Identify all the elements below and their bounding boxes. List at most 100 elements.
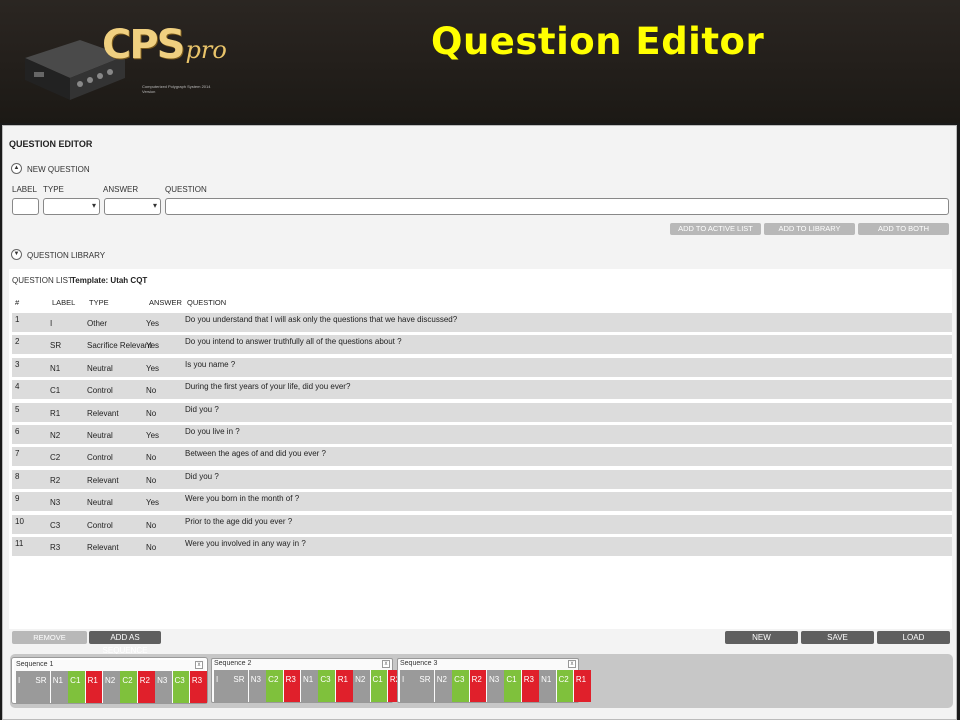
- add-to-active-list-button[interactable]: ADD TO ACTIVE LIST: [670, 223, 761, 235]
- col-question: QUESTION: [187, 298, 227, 307]
- close-icon[interactable]: x: [195, 661, 203, 669]
- load-button[interactable]: LOAD: [877, 631, 950, 644]
- row-label: SR: [50, 341, 62, 351]
- row-label: C2: [50, 453, 61, 463]
- sequence-tile[interactable]: R1: [85, 671, 103, 703]
- table-row[interactable]: 6 N2 Neutral Yes Do you live in ?: [12, 424, 952, 444]
- sequence-tile[interactable]: C3: [318, 670, 336, 702]
- table-row[interactable]: 1 I Other Yes Do you understand that I will …: [12, 313, 952, 332]
- row-number: 10: [15, 516, 24, 526]
- header-banner: CPSpro Computerized Polygraph System 201…: [0, 0, 960, 123]
- logo-tagline: Computerized Polygraph System 2014 Versi…: [142, 84, 211, 94]
- table-row[interactable]: 3 N1 Neutral Yes Is you name ?: [12, 357, 952, 377]
- row-type: Neutral: [87, 498, 113, 508]
- sequence-tile[interactable]: R3: [189, 671, 207, 703]
- row-label: R2: [50, 475, 61, 485]
- sequence-tile[interactable]: C1: [370, 670, 388, 702]
- sequence-tiles: I SR N1 C1 R1 N2 C2 R2 N3 C3 R3: [16, 671, 207, 703]
- row-answer: No: [146, 520, 157, 530]
- table-row[interactable]: 5 R1 Relevant No Did you ?: [12, 402, 952, 422]
- answer-select[interactable]: [104, 198, 161, 215]
- label-column-label: LABEL: [12, 185, 37, 194]
- row-number: 8: [15, 471, 20, 481]
- sequence-tile[interactable]: C1: [68, 671, 85, 703]
- row-type: Neutral: [87, 430, 113, 440]
- row-type: Sacrifice Relevant: [87, 341, 152, 351]
- row-type: Relevant: [87, 408, 119, 418]
- type-column-label: TYPE: [43, 185, 64, 194]
- row-question: Is you name ?: [185, 359, 236, 369]
- save-button[interactable]: SAVE: [801, 631, 874, 644]
- sequence-tile[interactable]: R2: [137, 671, 155, 703]
- sequence-tile[interactable]: SR: [417, 670, 435, 702]
- table-row[interactable]: 8 R2 Relevant No Did you ?: [12, 469, 952, 489]
- row-number: 11: [15, 538, 24, 548]
- sequence-tile[interactable]: N1: [50, 671, 68, 703]
- sequence-tile[interactable]: I: [400, 670, 417, 702]
- sequence-tile[interactable]: R2: [469, 670, 487, 702]
- row-type: Relevant: [87, 542, 119, 552]
- expand-question-library-icon[interactable]: ▼: [11, 249, 22, 260]
- sequence-tile[interactable]: C2: [266, 670, 283, 702]
- row-number: 6: [15, 426, 20, 436]
- label-input[interactable]: [12, 198, 39, 215]
- add-to-both-button[interactable]: ADD TO BOTH: [858, 223, 949, 235]
- row-label: R3: [50, 542, 61, 552]
- close-icon[interactable]: x: [568, 660, 576, 668]
- row-number: 5: [15, 404, 20, 414]
- table-row[interactable]: 7 C2 Control No Between the ages of and did …: [12, 447, 952, 467]
- row-type: Relevant: [87, 475, 119, 485]
- row-type: Neutral: [87, 363, 113, 373]
- row-answer: No: [146, 453, 157, 463]
- table-row[interactable]: 9 N3 Neutral Yes Were you born in the month …: [12, 492, 952, 512]
- row-label: N2: [50, 430, 61, 440]
- sequence-tile[interactable]: R1: [335, 670, 353, 702]
- row-question: Were you involved in any way in ?: [185, 538, 306, 548]
- type-select[interactable]: [43, 198, 100, 215]
- sequence-tile[interactable]: C2: [120, 671, 138, 703]
- sequence-tile[interactable]: N2: [353, 670, 370, 702]
- sequence-tile[interactable]: I: [16, 671, 33, 703]
- close-icon[interactable]: x: [382, 660, 390, 668]
- sequence-tile[interactable]: R3: [283, 670, 301, 702]
- sequence-tile[interactable]: N2: [434, 670, 452, 702]
- add-as-sequence-button[interactable]: ADD AS SEQUENCE: [89, 631, 161, 655]
- sequence-panel-3[interactable]: Sequence 3 x I SR N2 C3 R2 N3 C1 R3 N1 C…: [397, 658, 591, 703]
- question-library-title: QUESTION LIBRARY: [27, 251, 106, 260]
- table-row[interactable]: 10 C3 Control No Prior to the age did you ev…: [12, 514, 952, 534]
- row-answer: No: [146, 542, 157, 552]
- sequence-tile[interactable]: SR: [231, 670, 249, 702]
- cps-pro-logo: CPSpro: [102, 22, 227, 68]
- table-row[interactable]: 4 C1 Control No During the first years of yo…: [12, 380, 952, 400]
- row-question: Prior to the age did you ever ?: [185, 516, 293, 526]
- question-table: # LABEL TYPE ANSWER QUESTION 1 I Other Yes D…: [12, 295, 952, 559]
- remove-button[interactable]: REMOVE: [12, 631, 87, 644]
- sequence-tile[interactable]: C3: [452, 670, 469, 702]
- sequence-bar: Sequence 1 x I SR N1 C1 R1 N2 C2 R2 N3 C…: [10, 654, 953, 708]
- table-row[interactable]: 2 SR Sacrifice Relevant Yes Do you intend to…: [12, 335, 952, 355]
- sequence-tile[interactable]: N3: [486, 670, 504, 702]
- sequence-tile[interactable]: N2: [102, 671, 120, 703]
- sequence-tile[interactable]: N3: [248, 670, 266, 702]
- row-number: 9: [15, 494, 20, 504]
- sequence-tile[interactable]: C1: [504, 670, 522, 702]
- sequence-tile[interactable]: R1: [573, 670, 591, 702]
- sequence-panel-1[interactable]: Sequence 1 x I SR N1 C1 R1 N2 C2 R2 N3 C…: [12, 658, 207, 703]
- question-input[interactable]: [165, 198, 949, 215]
- sequence-tile[interactable]: N1: [300, 670, 318, 702]
- add-to-library-button[interactable]: ADD TO LIBRARY: [764, 223, 855, 235]
- sequence-panel-2[interactable]: Sequence 2 x I SR N3 C2 R3 N1 C3 R1 N2 C…: [211, 658, 405, 703]
- sequence-tile[interactable]: N3: [155, 671, 172, 703]
- sequence-name: Sequence 2: [214, 660, 252, 667]
- sequence-tile[interactable]: C2: [556, 670, 574, 702]
- collapse-new-question-icon[interactable]: ▲: [11, 163, 22, 174]
- sequence-tile[interactable]: N1: [539, 670, 556, 702]
- sequence-tile[interactable]: SR: [33, 671, 51, 703]
- new-button[interactable]: NEW: [725, 631, 798, 644]
- table-row[interactable]: 11 R3 Relevant No Were you involved in any w…: [12, 536, 952, 556]
- row-label: I: [50, 319, 53, 328]
- col-type: TYPE: [89, 298, 109, 307]
- sequence-tile[interactable]: R3: [521, 670, 539, 702]
- sequence-tile[interactable]: C3: [172, 671, 190, 703]
- sequence-tile[interactable]: I: [214, 670, 231, 702]
